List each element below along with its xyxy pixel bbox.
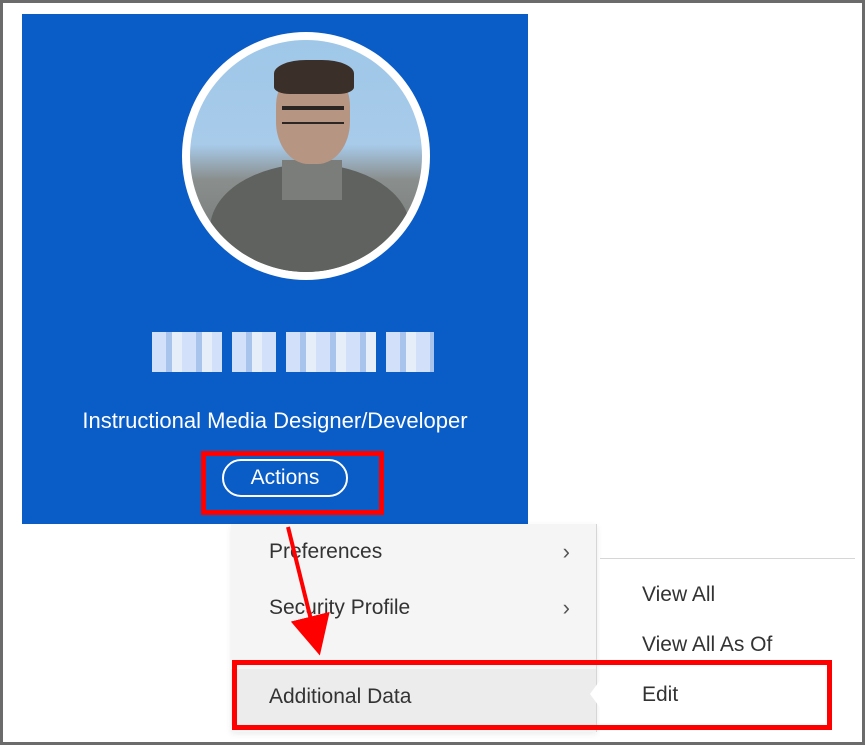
avatar-hair <box>274 60 354 94</box>
submenu-item-edit[interactable]: Edit <box>642 683 678 707</box>
chevron-right-icon: › <box>562 595 570 620</box>
menu-item-additional-data[interactable]: Additional Data <box>231 669 596 725</box>
redacted-name-block <box>232 332 276 372</box>
actions-button[interactable]: Actions <box>222 459 348 497</box>
job-title: Instructional Media Designer/Developer <box>82 408 468 433</box>
profile-card: Instructional Media Designer/Developer A… <box>22 14 528 524</box>
additional-data-submenu: View All View All As Of Edit <box>600 558 855 734</box>
avatar-photo <box>190 40 422 272</box>
menu-item-security-profile[interactable]: Security Profile › <box>231 580 596 636</box>
menu-item-label: Additional Data <box>269 685 412 708</box>
redacted-name-block <box>286 332 376 372</box>
actions-menu: Preferences › Security Profile › Additio… <box>231 524 597 732</box>
submenu-pointer <box>590 672 606 716</box>
redacted-name-block <box>386 332 434 372</box>
redacted-name <box>152 328 452 376</box>
avatar <box>182 32 430 280</box>
chevron-right-icon: › <box>562 539 570 564</box>
submenu-item-view-all[interactable]: View All <box>642 583 715 607</box>
submenu-item-view-all-as-of[interactable]: View All As Of <box>642 633 772 657</box>
redacted-name-block <box>152 332 222 372</box>
menu-item-label: Security Profile <box>269 596 411 619</box>
menu-item-label: Preferences <box>269 540 383 563</box>
menu-item-preferences[interactable]: Preferences › <box>231 524 596 580</box>
avatar-collar <box>282 160 342 200</box>
avatar-glasses <box>282 106 344 124</box>
